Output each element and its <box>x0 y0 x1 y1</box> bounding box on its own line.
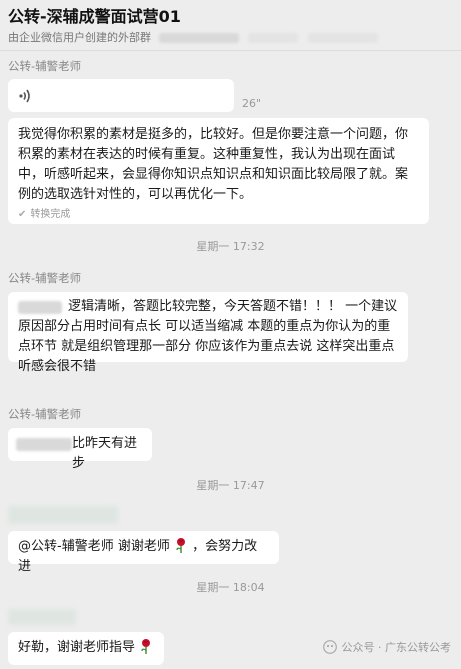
voice-wave-icon <box>19 89 30 103</box>
check-icon: ✔ <box>18 209 27 220</box>
message-text: 逻辑清晰，答题比较完整，今天答题不错！！！ 一个建议 原因部分占用时间有点长 可… <box>18 299 398 374</box>
sender-name[interactable]: 公转-辅警老师 <box>8 406 81 422</box>
chat-subtitle-text: 由企业微信用户创建的外部群 <box>8 31 151 44</box>
text-message-bubble[interactable]: 逻辑清晰，答题比较完整，今天答题不错！！！ 一个建议 原因部分占用时间有点长 可… <box>8 292 408 374</box>
redacted-block <box>16 438 72 451</box>
redacted-block <box>248 33 298 43</box>
timestamp: 星期一 17:32 <box>196 240 265 253</box>
transcription-status: ✔ 转换完成 <box>18 208 419 222</box>
header-divider <box>0 50 461 51</box>
voice-duration: 26" <box>242 97 262 110</box>
transcription-bubble[interactable]: 我觉得你积累的素材是挺多的，比较好。但是你要注意一个问题，你积累的素材在表达的时… <box>8 118 429 224</box>
sender-name[interactable]: 公转-辅警老师 <box>8 58 81 74</box>
redacted-sender <box>8 506 118 524</box>
message-text: @公转-辅警老师 谢谢老师 <box>18 539 170 554</box>
wechat-official-icon <box>322 640 337 654</box>
chat-header: 公转-深辅成警面试营01 由企业微信用户创建的外部群 <box>0 0 461 50</box>
text-message-bubble[interactable]: 比昨天有进步 <box>8 428 152 471</box>
redacted-block <box>18 301 62 314</box>
sender-name[interactable]: 公转-辅警老师 <box>8 270 81 286</box>
transcription-text: 我觉得你积累的素材是挺多的，比较好。但是你要注意一个问题，你积累的素材在表达的时… <box>18 127 409 202</box>
redacted-block <box>158 33 239 43</box>
chat-title[interactable]: 公转-深辅成警面试营01 <box>8 6 453 28</box>
timestamp: 星期一 17:47 <box>196 479 265 492</box>
redacted-sender <box>8 609 76 625</box>
message-text: 好勒，谢谢老师指导 <box>18 640 136 655</box>
rose-icon <box>141 639 151 654</box>
voice-message-bubble[interactable] <box>8 79 234 112</box>
redacted-block <box>307 33 378 43</box>
watermark: 公众号 · 广东公转公考 <box>322 639 452 655</box>
timestamp: 星期一 18:04 <box>196 581 265 594</box>
rose-icon <box>176 538 185 553</box>
text-message-bubble[interactable]: 好勒，谢谢老师指导 <box>8 632 164 665</box>
text-message-bubble[interactable]: @公转-辅警老师 谢谢老师 ，会努力改进 <box>8 531 279 574</box>
watermark-text: 公众号 · 广东公转公考 <box>341 641 452 654</box>
chat-subtitle: 由企业微信用户创建的外部群 <box>8 30 453 46</box>
transcription-status-label: 转换完成 <box>30 209 71 220</box>
